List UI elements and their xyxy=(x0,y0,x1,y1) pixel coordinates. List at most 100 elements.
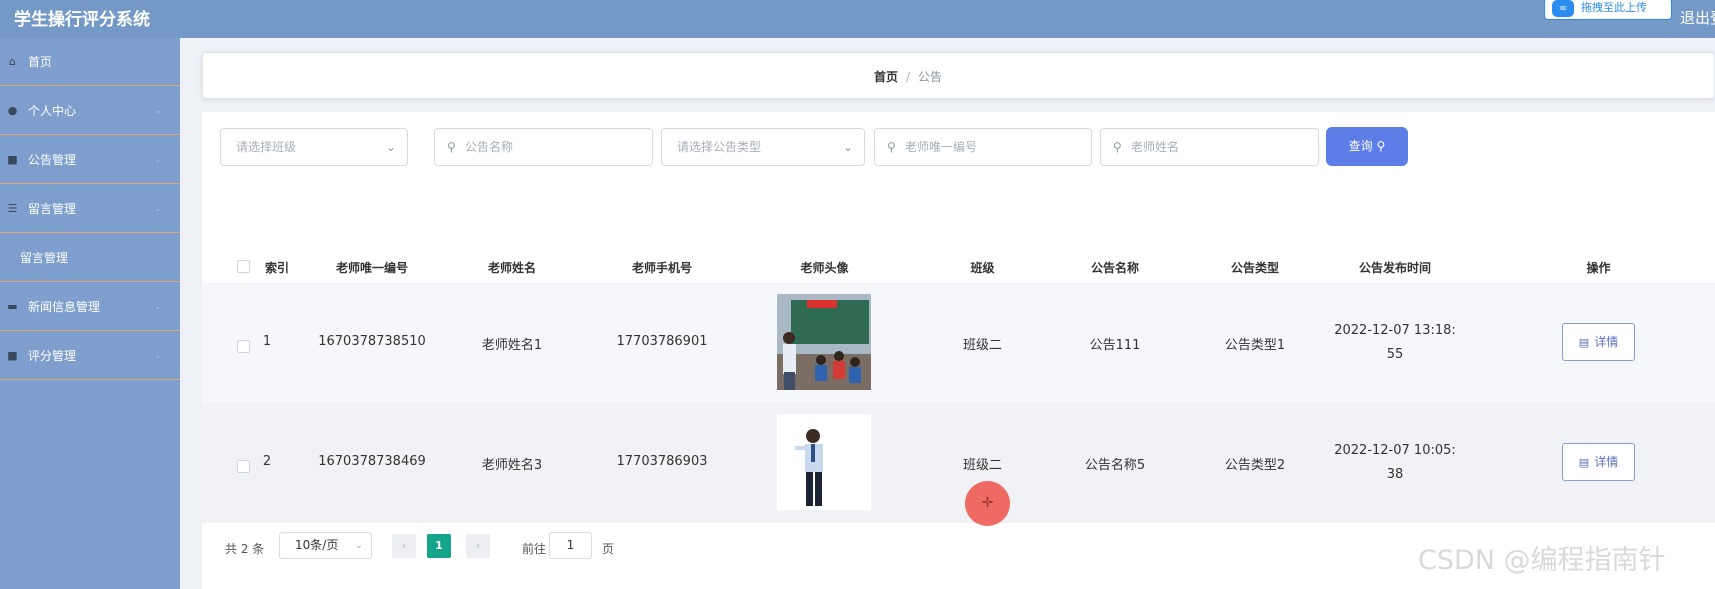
detail-button[interactable]: ▤ 详情 xyxy=(1562,443,1635,481)
class-select[interactable]: 请选择班级 ⌄ xyxy=(220,128,408,166)
cell-index: 1 xyxy=(262,334,272,349)
detail-button-label: 详情 xyxy=(1594,455,1619,469)
search-icon: ⚲ xyxy=(1113,140,1122,154)
breadcrumb-home[interactable]: 首页 xyxy=(874,70,898,84)
watermark: CSDN @编程指南针 xyxy=(1418,545,1666,576)
chevron-down-icon: ⌄ xyxy=(154,302,162,312)
sidebar-item-label: 留言管理 xyxy=(20,251,69,265)
detail-button[interactable]: ▤ 详情 xyxy=(1562,323,1635,361)
column-header-teacher-avatar: 老师头像 xyxy=(800,261,849,275)
cloud-upload-icon: ∞ xyxy=(1552,0,1574,17)
column-header-teacher-id: 老师唯一编号 xyxy=(335,261,408,275)
prev-page-button[interactable]: ‹ xyxy=(392,534,416,558)
next-page-button[interactable]: › xyxy=(466,534,490,558)
table-header: 索引 老师唯一编号 老师姓名 老师手机号 老师头像 班级 公告名称 公告类型 公… xyxy=(202,246,1715,288)
sidebar-item-label: 评分管理 xyxy=(28,349,77,363)
detail-button-label: 详情 xyxy=(1594,335,1619,349)
column-header-notice-name: 公告名称 xyxy=(1090,261,1139,275)
sidebar-item-news-management[interactable]: ▬ 新闻信息管理 ⌄ xyxy=(0,283,180,331)
breadcrumb: 首页 / 公告 xyxy=(203,68,1613,85)
teacher-name-input[interactable]: ⚲ 老师姓名 xyxy=(1100,128,1319,166)
sidebar: ⌂ 首页 ● 个人中心 ⌄ ■ 公告管理 ⌄ ☰ 留言管理 ⌄ 留言管理 ▬ 新… xyxy=(0,38,180,589)
sidebar-item-personal-center[interactable]: ● 个人中心 ⌄ xyxy=(0,87,180,135)
notice-icon: ■ xyxy=(7,153,18,166)
chevron-down-icon: ⌄ xyxy=(154,106,162,116)
logout-link[interactable]: 退出登 xyxy=(1680,7,1715,28)
goto-label: 前往 xyxy=(522,542,547,556)
breadcrumb-current: 公告 xyxy=(918,70,943,84)
home-icon: ⌂ xyxy=(9,55,16,68)
menu-list-icon: ☰ xyxy=(7,202,18,215)
user-icon: ● xyxy=(7,104,18,117)
sidebar-item-label: 个人中心 xyxy=(28,104,77,118)
table-row: 2 1670378738469 老师姓名3 17703786903 班级二 公告… xyxy=(202,403,1715,523)
search-icon: ⚲ xyxy=(447,140,456,154)
column-header-notice-type: 公告类型 xyxy=(1230,261,1279,275)
column-header-index: 索引 xyxy=(264,261,289,275)
notice-name-input[interactable]: ⚲ 公告名称 xyxy=(434,128,653,166)
search-icon: ⚲ xyxy=(887,140,896,154)
row-checkbox[interactable] xyxy=(237,340,250,353)
document-icon: ▤ xyxy=(1578,456,1590,469)
click-indicator-icon: ✛ xyxy=(965,481,1010,526)
cell-publish-time-seconds: 38 xyxy=(1386,467,1404,482)
chevron-down-icon: ⌄ xyxy=(842,140,853,154)
teacher-name-placeholder: 老师姓名 xyxy=(1131,140,1180,154)
sidebar-item-home[interactable]: ⌂ 首页 xyxy=(0,38,180,86)
row-checkbox[interactable] xyxy=(237,460,250,473)
cell-teacher-name: 老师姓名3 xyxy=(481,458,543,473)
notice-name-placeholder: 公告名称 xyxy=(465,140,514,154)
column-header-teacher-phone: 老师手机号 xyxy=(631,261,692,275)
score-icon: ■ xyxy=(7,349,18,362)
upload-drop-badge[interactable]: ∞ 拖拽至此上传 xyxy=(1544,0,1672,20)
query-button[interactable]: 查询 ⚲ xyxy=(1326,127,1408,166)
sidebar-subitem-message-management[interactable]: 留言管理 xyxy=(0,234,180,282)
main-content: 请选择班级 ⌄ ⚲ 公告名称 请选择公告类型 ⌄ ⚲ 老师唯一编号 ⚲ 老师姓名… xyxy=(202,112,1715,589)
page-unit-label: 页 xyxy=(602,542,615,556)
cell-notice-name: 公告111 xyxy=(1089,338,1141,353)
chevron-down-icon: ⌄ xyxy=(354,540,363,551)
sidebar-item-label: 新闻信息管理 xyxy=(28,300,101,314)
sidebar-item-label: 公告管理 xyxy=(28,153,77,167)
sidebar-item-notice-management[interactable]: ■ 公告管理 ⌄ xyxy=(0,136,180,184)
page-size-select[interactable]: 10条/页 ⌄ xyxy=(279,532,372,559)
goto-page-input[interactable]: 1 xyxy=(549,532,592,559)
teacher-id-placeholder: 老师唯一编号 xyxy=(905,140,978,154)
pagination: 共 2 条 10条/页 ⌄ ‹ 1 › 前往 1 页 xyxy=(202,532,802,562)
sidebar-item-label: 留言管理 xyxy=(28,202,77,216)
top-header: 学生操行评分系统 ∞ 拖拽至此上传 退出登 xyxy=(0,0,1715,38)
cell-notice-type: 公告类型1 xyxy=(1224,338,1286,353)
page-number-button[interactable]: 1 xyxy=(427,534,451,558)
news-icon: ▬ xyxy=(7,300,18,313)
cell-publish-time-date: 2022-12-07 10:05: xyxy=(1334,443,1456,458)
chevron-down-icon: ⌄ xyxy=(385,140,396,154)
page-size-value: 10条/页 xyxy=(295,538,339,552)
notice-type-placeholder: 请选择公告类型 xyxy=(677,140,762,154)
notice-type-select[interactable]: 请选择公告类型 ⌄ xyxy=(661,128,865,166)
teacher-avatar-image xyxy=(777,414,871,510)
teacher-avatar-image xyxy=(777,294,871,390)
column-header-actions: 操作 xyxy=(1586,261,1611,275)
sidebar-item-message-management[interactable]: ☰ 留言管理 ⌄ xyxy=(0,185,180,233)
cell-notice-name: 公告名称5 xyxy=(1084,458,1146,473)
pagination-total: 共 2 条 xyxy=(225,542,265,556)
cell-teacher-id: 1670378738510 xyxy=(318,334,426,349)
sidebar-item-label: 首页 xyxy=(28,55,53,69)
chevron-up-icon: ⌄ xyxy=(154,204,162,214)
cell-publish-time-seconds: 55 xyxy=(1386,347,1404,362)
breadcrumb-separator: / xyxy=(905,70,911,84)
cell-index: 2 xyxy=(262,454,272,469)
upload-badge-label: 拖拽至此上传 xyxy=(1581,1,1647,14)
query-button-label: 查询 xyxy=(1348,139,1373,153)
teacher-id-input[interactable]: ⚲ 老师唯一编号 xyxy=(874,128,1092,166)
sidebar-item-score-management[interactable]: ■ 评分管理 ⌄ xyxy=(0,332,180,380)
class-select-placeholder: 请选择班级 xyxy=(236,140,297,154)
column-header-teacher-name: 老师姓名 xyxy=(487,261,536,275)
app-title: 学生操行评分系统 xyxy=(14,10,150,30)
chevron-down-icon: ⌄ xyxy=(154,351,162,361)
cell-class: 班级二 xyxy=(962,458,1002,473)
cell-teacher-phone: 17703786901 xyxy=(616,334,708,349)
select-all-checkbox[interactable] xyxy=(237,260,250,273)
cell-teacher-name: 老师姓名1 xyxy=(481,338,543,353)
cell-class: 班级二 xyxy=(962,338,1002,353)
